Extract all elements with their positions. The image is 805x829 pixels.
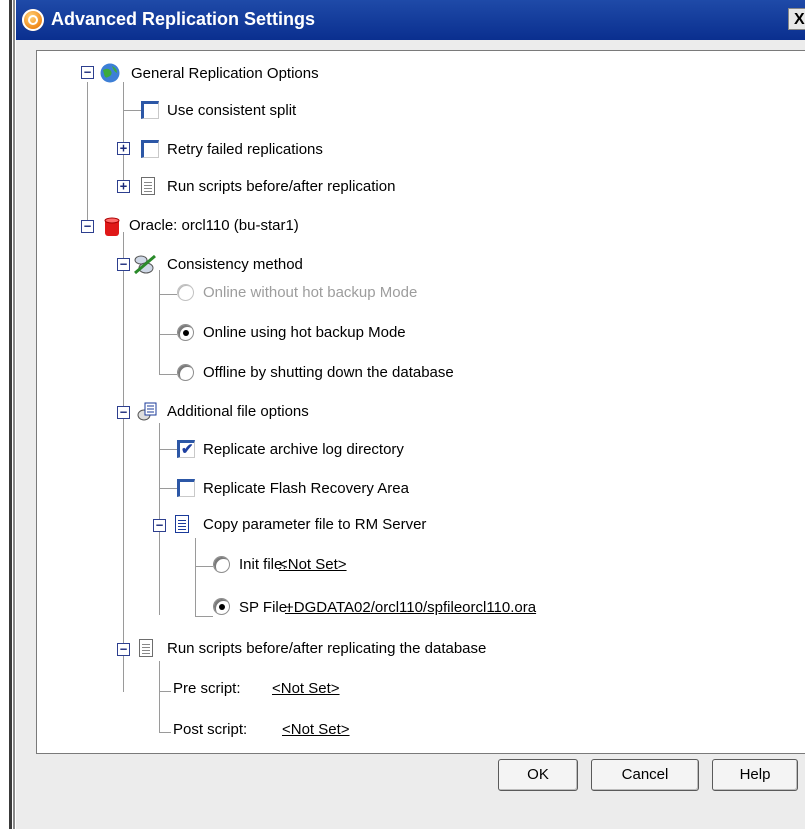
file-options-icon: [136, 401, 158, 423]
help-button[interactable]: Help: [712, 759, 798, 791]
online-without-hot-backup-label[interactable]: Online without hot backup Mode: [203, 284, 417, 301]
window-title: Advanced Replication Settings: [51, 9, 316, 29]
consistency-method-label: Consistency method: [167, 256, 303, 273]
oracle-instance-label: Oracle: orcl110 (bu-star1): [129, 217, 299, 234]
replicate-archive-label[interactable]: Replicate archive log directory: [203, 441, 404, 458]
additional-file-options-label: Additional file options: [167, 403, 309, 420]
collapse-general-icon[interactable]: −: [81, 66, 94, 79]
online-hot-backup-radio[interactable]: [177, 324, 194, 341]
collapse-copy-param-icon[interactable]: −: [153, 519, 166, 532]
retry-failed-checkbox[interactable]: [141, 140, 159, 158]
parameter-file-icon: [175, 515, 189, 533]
replicate-flash-checkbox[interactable]: [177, 479, 195, 497]
use-consistent-split-label[interactable]: Use consistent split: [167, 102, 296, 119]
sp-file-value-link[interactable]: +DGDATA02/orcl110/spfileorcl110.ora: [285, 599, 536, 616]
post-script-value-link[interactable]: <Not Set>: [282, 721, 350, 738]
sp-file-radio[interactable]: [213, 598, 230, 615]
collapse-consistency-icon[interactable]: −: [117, 258, 130, 271]
document-icon: [141, 177, 155, 195]
retry-failed-label[interactable]: Retry failed replications: [167, 141, 323, 158]
copy-parameter-file-label: Copy parameter file to RM Server: [203, 516, 427, 533]
pre-script-label: Pre script:: [173, 680, 241, 697]
expand-retry-icon[interactable]: +: [117, 142, 130, 155]
database-icon: [101, 216, 123, 238]
background-window-edge: [0, 0, 16, 829]
globe-icon: [99, 62, 121, 84]
init-file-value-link[interactable]: <Not Set>: [279, 556, 347, 573]
init-file-radio[interactable]: [213, 556, 230, 573]
app-icon: [22, 9, 44, 31]
expand-run-scripts-icon[interactable]: +: [117, 180, 130, 193]
replicate-archive-checkbox[interactable]: ✔: [177, 440, 195, 458]
collapse-additional-icon[interactable]: −: [117, 406, 130, 419]
sp-file-label[interactable]: SP File:: [239, 599, 291, 616]
offline-shutdown-radio[interactable]: [177, 364, 194, 381]
close-button[interactable]: X: [788, 8, 805, 30]
run-scripts-label: Run scripts before/after replication: [167, 178, 396, 195]
post-script-label: Post script:: [173, 721, 248, 738]
general-options-label: General Replication Options: [131, 65, 319, 82]
offline-shutdown-label[interactable]: Offline by shutting down the database: [203, 364, 454, 381]
ok-button[interactable]: OK: [498, 759, 578, 791]
run-scripts-db-label: Run scripts before/after replicating the…: [167, 640, 487, 657]
consistency-method-icon: [133, 253, 156, 275]
pre-script-value-link[interactable]: <Not Set>: [272, 680, 340, 697]
settings-tree: − General Replication Options Use consis…: [36, 50, 805, 754]
document-icon: [139, 639, 153, 657]
cancel-button[interactable]: Cancel: [591, 759, 699, 791]
collapse-oracle-icon[interactable]: −: [81, 220, 94, 233]
online-without-hot-backup-radio[interactable]: [177, 284, 194, 301]
title-bar[interactable]: Advanced Replication Settings X: [16, 0, 805, 40]
online-hot-backup-label[interactable]: Online using hot backup Mode: [203, 324, 406, 341]
replicate-flash-label[interactable]: Replicate Flash Recovery Area: [203, 480, 409, 497]
collapse-run-scripts-db-icon[interactable]: −: [117, 643, 130, 656]
use-consistent-split-checkbox[interactable]: [141, 101, 159, 119]
